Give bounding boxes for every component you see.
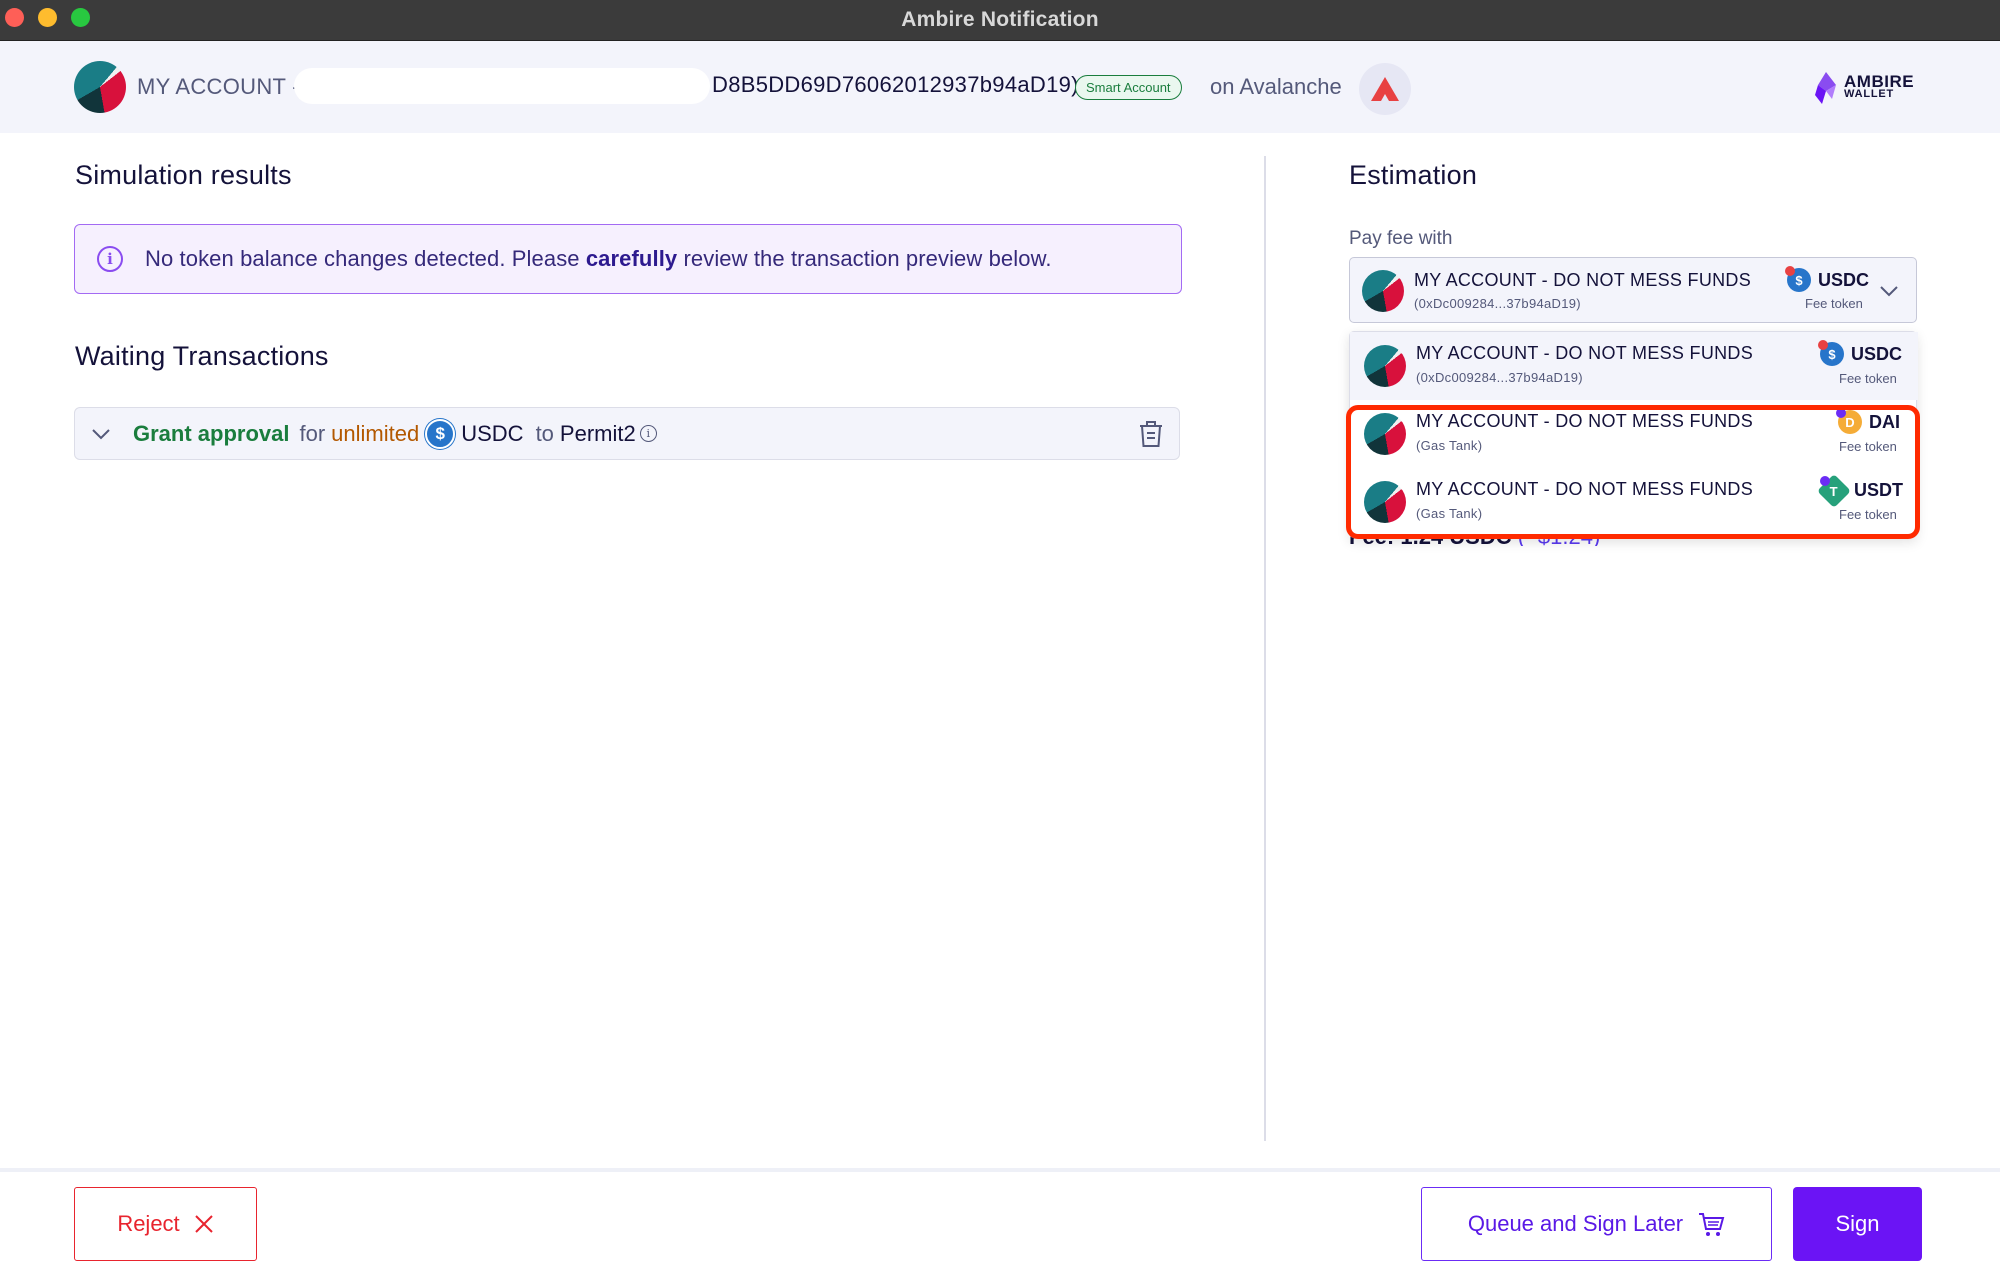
transaction-row[interactable]: Grant approval for unlimited $ USDC to P… [74, 407, 1180, 460]
info-icon: i [97, 246, 123, 272]
info-text-prefix: No token balance changes detected. Pleas… [145, 246, 586, 271]
sign-button[interactable]: Sign [1793, 1187, 1922, 1261]
window-title: Ambire Notification [901, 8, 1099, 31]
selected-account-address: (0xDc009284...37b94aD19) [1414, 296, 1581, 311]
reject-button[interactable]: Reject [74, 1187, 257, 1261]
account-label: MY ACCOUNT - [137, 74, 300, 99]
ambire-wallet-logo: AMBIRE WALLET [1812, 71, 1914, 105]
brand-subname: WALLET [1844, 88, 1895, 100]
trash-icon[interactable] [1137, 419, 1165, 449]
simulation-results-title: Simulation results [75, 160, 292, 190]
brand-name: AMBIRE [1844, 72, 1915, 91]
account-avatar [1362, 270, 1404, 312]
waiting-transactions-title: Waiting Transactions [75, 341, 329, 371]
info-text-suffix: review the transaction preview below. [677, 246, 1052, 271]
estimation-title: Estimation [1349, 160, 1478, 190]
transaction-action: Grant approval [133, 420, 290, 446]
avalanche-badge-icon [1818, 340, 1828, 350]
info-text-emphasis: carefully [585, 246, 678, 271]
account-address: D8B5DD69D76062012937b94aD19) [712, 72, 1079, 97]
window-titlebar: Ambire Notification [0, 0, 2000, 41]
transaction-amount: unlimited [331, 420, 420, 446]
option-fee-label: Fee token [1839, 371, 1897, 386]
account-avatar [1364, 345, 1406, 387]
simulation-info-banner: i No token balance changes detected. Ple… [74, 224, 1182, 294]
selected-fee-token: USDC [1818, 270, 1870, 290]
transaction-to-text: to [535, 420, 554, 446]
usdc-token-icon: $ [425, 418, 456, 449]
queue-sign-later-button[interactable]: Queue and Sign Later [1421, 1187, 1772, 1261]
fee-option-usdc[interactable]: MY ACCOUNT - DO NOT MESS FUNDS (0xDc0092… [1350, 332, 1918, 400]
queue-button-label: Queue and Sign Later [1467, 1211, 1684, 1236]
selected-fee-label: Fee token [1805, 296, 1863, 311]
ambire-logo-icon [1815, 72, 1836, 104]
account-avatar [74, 61, 126, 113]
destination-info-icon[interactable]: i [639, 425, 657, 442]
minimize-window-button[interactable] [38, 8, 57, 27]
maximize-window-button[interactable] [71, 8, 90, 27]
option-token: USDC [1851, 344, 1903, 364]
reject-button-label: Reject [117, 1211, 180, 1236]
close-icon [194, 1215, 213, 1233]
cart-icon [1699, 1213, 1725, 1236]
option-account-name: MY ACCOUNT - DO NOT MESS FUNDS [1416, 343, 1754, 363]
fee-token-select[interactable]: MY ACCOUNT - DO NOT MESS FUNDS (0xDc0092… [1349, 257, 1917, 323]
column-divider [1264, 156, 1266, 1141]
pay-fee-label: Pay fee with [1349, 228, 1453, 249]
smart-account-badge: Smart Account [1075, 75, 1182, 100]
close-window-button[interactable] [5, 8, 24, 27]
redacted-address [294, 68, 710, 104]
option-account-sub: (0xDc009284...37b94aD19) [1416, 370, 1583, 385]
avalanche-icon [1359, 63, 1411, 115]
account-header: MY ACCOUNT - D8B5DD69D76062012937b94aD19… [0, 41, 2000, 133]
avalanche-badge-icon [1785, 266, 1795, 276]
gas-tank-options-highlight [1346, 405, 1920, 539]
transaction-token: USDC [461, 420, 524, 446]
window-controls [5, 8, 90, 27]
footer-divider [0, 1168, 2000, 1172]
transaction-for-text: for [299, 420, 326, 446]
simulation-info-text: No token balance changes detected. Pleas… [145, 246, 1052, 272]
selected-account-name: MY ACCOUNT - DO NOT MESS FUNDS [1414, 270, 1752, 290]
transaction-destination: Permit2 [559, 420, 636, 446]
network-label: on Avalanche [1210, 74, 1342, 99]
chevron-down-icon[interactable] [89, 422, 113, 446]
chevron-down-icon[interactable] [1878, 280, 1900, 302]
